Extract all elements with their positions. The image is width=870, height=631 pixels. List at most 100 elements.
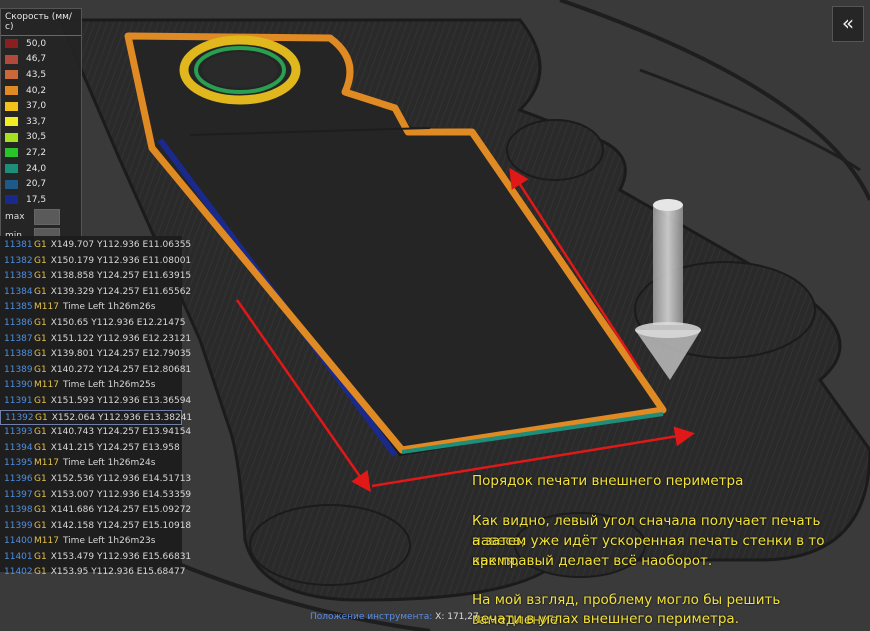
gcode-line[interactable]: 11401G1 X153.479 Y112.936 E15.66831 bbox=[0, 550, 191, 566]
gcode-arguments: X139.801 Y124.257 E12.79035 bbox=[50, 349, 192, 360]
gcode-arguments: Time Left 1h26m26s bbox=[62, 302, 156, 313]
gcode-arguments: Time Left 1h26m24s bbox=[62, 458, 156, 469]
gcode-line-number: 11394 bbox=[4, 442, 33, 453]
gcode-line[interactable]: 11389G1 X140.272 Y124.257 E12.80681 bbox=[0, 363, 191, 379]
gcode-command: G1 bbox=[34, 505, 47, 516]
gcode-arguments: X141.686 Y124.257 E15.09272 bbox=[50, 505, 192, 516]
annotation-title: Порядок печати внешнего периметра bbox=[472, 473, 744, 489]
gcode-arguments: X152.064 Y112.936 E13.38241 bbox=[51, 412, 193, 423]
legend-max[interactable]: max bbox=[1, 208, 81, 227]
legend-item: 17,5 bbox=[1, 192, 81, 208]
gcode-arguments: X152.536 Y112.936 E14.51713 bbox=[50, 473, 192, 484]
gcode-arguments: X139.329 Y124.257 E11.65562 bbox=[50, 286, 192, 297]
collapse-sidebar-button[interactable]: « bbox=[832, 6, 864, 42]
legend-value: 17,5 bbox=[26, 194, 47, 205]
gcode-line[interactable]: 11399G1 X142.158 Y124.257 E15.10918 bbox=[0, 519, 191, 535]
gcode-line[interactable]: 11382G1 X150.179 Y112.936 E11.08001 bbox=[0, 254, 191, 270]
gcode-command: G1 bbox=[34, 255, 47, 266]
legend-item: 33,7 bbox=[1, 114, 81, 130]
tool-position-status: Положение инструмента: X: 171,27 bbox=[310, 612, 479, 622]
gcode-command: M117 bbox=[34, 536, 59, 547]
gcode-command: G1 bbox=[34, 317, 47, 328]
gcode-line[interactable]: 11385M117 Time Left 1h26m26s bbox=[0, 300, 182, 316]
gcode-line-number: 11400 bbox=[4, 536, 33, 547]
gcode-line-number: 11392 bbox=[5, 412, 34, 423]
gcode-command: G1 bbox=[34, 551, 47, 562]
tool-position-value: X: 171,27 bbox=[435, 612, 479, 622]
legend-swatch bbox=[5, 70, 18, 80]
gcode-command: G1 bbox=[34, 489, 47, 500]
legend-value: 27,2 bbox=[26, 147, 47, 158]
gcode-viewer[interactable]: 11381G1 X149.707 Y112.936 E11.06355 11382G… bbox=[0, 236, 192, 577]
annotation-p2-line2: печати в углах внешнего периметра. bbox=[472, 611, 740, 627]
gcode-line-number: 11398 bbox=[4, 505, 33, 516]
legend-swatch bbox=[5, 39, 18, 49]
legend-value: 20,7 bbox=[26, 179, 47, 190]
gcode-line-number: 11383 bbox=[4, 271, 33, 282]
gcode-line[interactable]: 11396G1 X152.536 Y112.936 E14.51713 bbox=[0, 472, 191, 488]
gcode-arguments: Time Left 1h26m23s bbox=[62, 536, 156, 547]
legend-swatch bbox=[5, 195, 18, 205]
gcode-line[interactable]: 11402G1 X153.95 Y112.936 E15.68477 bbox=[0, 565, 185, 581]
gcode-arguments: X151.593 Y112.936 E13.36594 bbox=[50, 395, 192, 406]
tool-position-label: Положение инструмента: bbox=[310, 612, 433, 622]
legend-swatch bbox=[5, 164, 18, 174]
gcode-line[interactable]: 11381G1 X149.707 Y112.936 E11.06355 bbox=[0, 238, 191, 254]
legend-swatch bbox=[5, 101, 18, 111]
legend-value: 33,7 bbox=[26, 116, 47, 127]
annotation-p1-line3: как правый делает всё наоборот. bbox=[472, 553, 713, 569]
gcode-command: G1 bbox=[34, 567, 47, 578]
speed-legend: Скорость (мм/с) 50,0 46,7 43,5 40,2 37,0 33,7… bbox=[0, 8, 82, 247]
gcode-arguments: X140.743 Y124.257 E13.94154 bbox=[50, 427, 192, 438]
gcode-command: G1 bbox=[34, 520, 47, 531]
gcode-arguments: X149.707 Y112.936 E11.06355 bbox=[50, 240, 192, 250]
gcode-arguments: X150.179 Y112.936 E11.08001 bbox=[50, 255, 192, 266]
gcode-line[interactable]: 11392G1 X152.064 Y112.936 E13.38241 bbox=[0, 409, 192, 426]
legend-items: 50,0 46,7 43,5 40,2 37,0 33,7 30,5 27,2 24,0 20,7… bbox=[1, 36, 81, 208]
legend-item: 43,5 bbox=[1, 67, 81, 83]
gcode-line-number: 11390 bbox=[4, 380, 33, 391]
gcode-command: G1 bbox=[34, 395, 47, 406]
gcode-line[interactable]: 11388G1 X139.801 Y124.257 E12.79035 bbox=[0, 347, 191, 363]
legend-swatch bbox=[5, 132, 18, 142]
gcode-command: G1 bbox=[34, 286, 47, 297]
gcode-line[interactable]: 11384G1 X139.329 Y124.257 E11.65562 bbox=[0, 285, 191, 301]
gcode-command: M117 bbox=[34, 380, 59, 391]
legend-max-swatch[interactable] bbox=[33, 209, 60, 226]
gcode-line[interactable]: 11395M117 Time Left 1h26m24s bbox=[0, 456, 182, 472]
legend-swatch bbox=[5, 117, 18, 127]
gcode-line[interactable]: 11390M117 Time Left 1h26m25s bbox=[0, 378, 182, 394]
legend-item: 46,7 bbox=[1, 52, 81, 68]
legend-swatch bbox=[5, 86, 18, 96]
gcode-command: M117 bbox=[34, 458, 59, 469]
gcode-arguments: Time Left 1h26m25s bbox=[62, 380, 156, 391]
gcode-line[interactable]: 11386G1 X150.65 Y112.936 E12.21475 bbox=[0, 316, 185, 332]
gcode-line[interactable]: 11383G1 X138.858 Y124.257 E11.63915 bbox=[0, 269, 191, 285]
gcode-line[interactable]: 11397G1 X153.007 Y112.936 E14.53359 bbox=[0, 488, 191, 504]
gcode-line-number: 11391 bbox=[4, 395, 33, 406]
legend-value: 30,5 bbox=[26, 132, 47, 143]
legend-value: 24,0 bbox=[26, 163, 47, 174]
gcode-line[interactable]: 11398G1 X141.686 Y124.257 E15.09272 bbox=[0, 503, 191, 519]
gcode-line[interactable]: 11393G1 X140.743 Y124.257 E13.94154 bbox=[0, 425, 191, 441]
gcode-arguments: X141.215 Y124.257 E13.958 bbox=[50, 442, 180, 453]
legend-item: 24,0 bbox=[1, 161, 81, 177]
gcode-line-number: 11387 bbox=[4, 333, 33, 344]
gcode-command: G1 bbox=[34, 349, 47, 360]
gcode-line[interactable]: 11391G1 X151.593 Y112.936 E13.36594 bbox=[0, 394, 191, 410]
gcode-line[interactable]: 11387G1 X151.122 Y112.936 E12.23121 bbox=[0, 332, 191, 348]
gcode-line-number: 11382 bbox=[4, 255, 33, 266]
gcode-arguments: X153.479 Y112.936 E15.66831 bbox=[50, 551, 192, 562]
gcode-line[interactable]: 11400M117 Time Left 1h26m23s bbox=[0, 534, 182, 550]
gcode-command: G1 bbox=[34, 271, 47, 282]
double-chevron-icon: « bbox=[841, 11, 855, 35]
gcode-arguments: X153.95 Y112.936 E15.68477 bbox=[50, 567, 186, 578]
legend-swatch bbox=[5, 179, 18, 189]
gcode-arguments: X142.158 Y124.257 E15.10918 bbox=[50, 520, 192, 531]
legend-value: 40,2 bbox=[26, 85, 47, 96]
gcode-line[interactable]: 11394G1 X141.215 Y124.257 E13.958 bbox=[0, 441, 182, 457]
gcode-arguments: X153.007 Y112.936 E14.53359 bbox=[50, 489, 192, 500]
gcode-command: M117 bbox=[34, 302, 59, 313]
gcode-arguments: X150.65 Y112.936 E12.21475 bbox=[50, 317, 186, 328]
gcode-line-number: 11402 bbox=[4, 567, 33, 578]
